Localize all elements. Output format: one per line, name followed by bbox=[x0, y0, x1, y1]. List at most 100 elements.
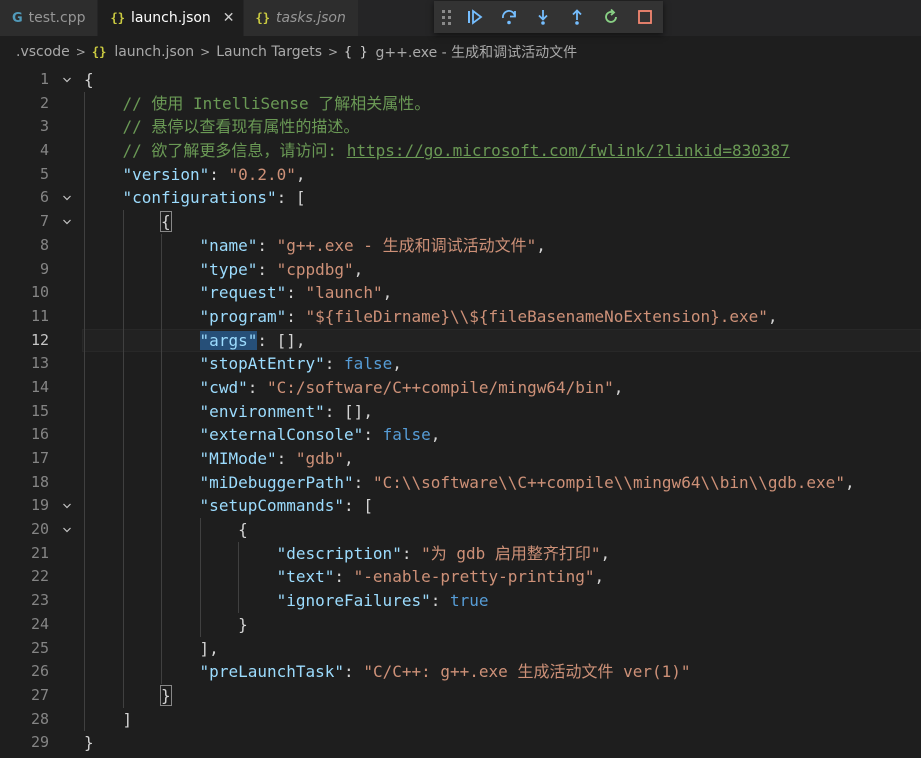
indent-guide bbox=[122, 589, 124, 613]
line-number: 17 bbox=[30, 449, 49, 467]
code-text: "configurations": [ bbox=[123, 186, 306, 210]
code-line[interactable]: 15 "environment": [], bbox=[0, 399, 921, 424]
line-number: 27 bbox=[30, 685, 49, 704]
string-value: "g++.exe - 生成和调试活动文件" bbox=[276, 235, 537, 255]
line-number: 4 bbox=[39, 141, 49, 160]
tab-tasks-json[interactable]: {} tasks.json bbox=[243, 0, 359, 36]
json-key: "type" bbox=[199, 259, 258, 279]
code-text: "ignoreFailures": true bbox=[277, 589, 489, 613]
code-line[interactable]: 14 "cwd": "C:/software/C++compile/mingw64… bbox=[0, 375, 921, 400]
code-line[interactable]: 20 { bbox=[0, 518, 921, 542]
json-key: "environment" bbox=[199, 401, 325, 421]
line-number: 19 bbox=[30, 496, 49, 515]
breadcrumb-item-launch-json[interactable]: launch.json bbox=[114, 44, 194, 60]
fold-chevron-icon[interactable] bbox=[60, 68, 74, 92]
indent-guide bbox=[84, 210, 85, 234]
step-into-icon[interactable] bbox=[533, 7, 553, 27]
code-line[interactable]: 19 "setupCommands": [ bbox=[0, 494, 921, 519]
json-file-icon: {} bbox=[255, 11, 270, 25]
line-number: 18 bbox=[30, 472, 49, 491]
code-line[interactable]: 21 "description": "为 gdb 启用整齐打印", bbox=[0, 541, 921, 566]
code-editor[interactable]: 1{2// 使用 IntelliSense 了解相关属性。 3// 悬停以查看现有… bbox=[0, 68, 921, 758]
punctuation: : [], bbox=[257, 330, 306, 350]
string-value: "C:\\software\\C++compile\\mingw64\\bin\… bbox=[372, 472, 845, 492]
fold-chevron-icon[interactable] bbox=[60, 494, 74, 518]
close-icon[interactable]: ✕ bbox=[223, 10, 235, 26]
punctuation: : bbox=[401, 543, 422, 563]
code-line[interactable]: 22 "text": "-enable-pretty-printing", bbox=[0, 565, 921, 590]
code-line[interactable]: 3 // 悬停以查看现有属性的描述。 bbox=[0, 115, 921, 140]
punctuation: : bbox=[334, 567, 354, 587]
indent-guide bbox=[122, 636, 124, 661]
code-text: "text": "-enable-pretty-printing", bbox=[277, 565, 605, 589]
indent-guide bbox=[122, 281, 124, 305]
line-number: 29 bbox=[30, 733, 49, 752]
continue-icon[interactable] bbox=[465, 7, 485, 27]
code-line[interactable]: 1{ bbox=[0, 68, 921, 92]
step-out-icon[interactable] bbox=[567, 7, 587, 27]
code-text: "miDebuggerPath": "C:\\software\\C++comp… bbox=[200, 471, 855, 495]
code-line[interactable]: 4 // 欲了解更多信息，请访问: https://go.microsoft.co… bbox=[0, 139, 921, 163]
code-line[interactable]: 10 "request": "launch", bbox=[0, 281, 921, 305]
indent-guide bbox=[122, 375, 124, 400]
code-line[interactable]: 18 "miDebuggerPath": "C:\\software\\C++co… bbox=[0, 470, 921, 495]
code-area: "version": "0.2.0", bbox=[82, 162, 921, 187]
code-line[interactable]: 29} bbox=[0, 731, 921, 755]
code-line[interactable]: 7{ bbox=[0, 210, 921, 234]
code-line[interactable]: 27} bbox=[0, 683, 921, 708]
indent-guide bbox=[161, 612, 163, 637]
code-area: // 悬停以查看现有属性的描述。 bbox=[82, 115, 921, 140]
comment-link[interactable]: https://go.microsoft.com/fwlink/?linkid=… bbox=[347, 141, 790, 160]
code-area: ], bbox=[82, 636, 921, 661]
string-value: "C:/software/C++compile/mingw64/bin" bbox=[266, 377, 614, 397]
code-text: "externalConsole": false, bbox=[200, 423, 441, 447]
code-line[interactable]: 23 "ignoreFailures": true bbox=[0, 589, 921, 613]
code-line[interactable]: 2 // 使用 IntelliSense 了解相关属性。 bbox=[0, 91, 921, 116]
fold-chevron-icon[interactable] bbox=[60, 518, 74, 542]
indent-guide bbox=[84, 375, 85, 400]
code-area: } bbox=[82, 731, 921, 755]
line-number: 26 bbox=[30, 662, 49, 681]
indent-guide bbox=[122, 541, 124, 566]
code-area: "description": "为 gdb 启用整齐打印", bbox=[82, 541, 921, 566]
code-line[interactable]: 16 "externalConsole": false, bbox=[0, 423, 921, 447]
breadcrumb-item-config[interactable]: g++.exe - 生成和调试活动文件 bbox=[376, 42, 578, 62]
code-line[interactable]: 25], bbox=[0, 636, 921, 661]
step-over-icon[interactable] bbox=[499, 7, 519, 27]
restart-icon[interactable] bbox=[601, 7, 621, 27]
line-number: 21 bbox=[30, 543, 49, 562]
code-area: "ignoreFailures": true bbox=[82, 589, 921, 613]
indent-guide bbox=[161, 518, 163, 542]
code-line[interactable]: 12 "args": [], bbox=[0, 328, 921, 353]
code-line[interactable]: 8 "name": "g++.exe - 生成和调试活动文件", bbox=[0, 233, 921, 258]
string-value: "cppdbg" bbox=[276, 259, 354, 279]
breadcrumb-item-launch-targets[interactable]: Launch Targets bbox=[216, 44, 322, 60]
code-line[interactable]: 28] bbox=[0, 707, 921, 732]
chevron-right-icon: > bbox=[75, 45, 86, 59]
indent-guide bbox=[84, 304, 85, 329]
indent-guide bbox=[84, 447, 85, 471]
indent-guide bbox=[84, 565, 85, 590]
fold-chevron-icon[interactable] bbox=[60, 186, 74, 210]
code-line[interactable]: 6 "configurations": [ bbox=[0, 186, 921, 211]
code-line[interactable]: 5 "version": "0.2.0", bbox=[0, 162, 921, 187]
code-line[interactable]: 9 "type": "cppdbg", bbox=[0, 257, 921, 282]
line-number: 14 bbox=[30, 377, 49, 396]
code-line[interactable]: 24} bbox=[0, 612, 921, 637]
indent-guide bbox=[84, 589, 85, 613]
code-line[interactable]: 26 "preLaunchTask": "C/C++: g++.exe 生成活动文… bbox=[0, 660, 921, 684]
code-area: ] bbox=[82, 707, 921, 732]
stop-icon[interactable] bbox=[635, 7, 655, 27]
tab-launch-json[interactable]: {} launch.json ✕ bbox=[98, 0, 244, 36]
fold-chevron-icon[interactable] bbox=[60, 210, 74, 234]
code-line[interactable]: 13 "stopAtEntry": false, bbox=[0, 352, 921, 376]
punctuation: , bbox=[844, 472, 855, 492]
breadcrumb-item-vscode[interactable]: .vscode bbox=[16, 44, 70, 60]
indent-guide bbox=[161, 565, 163, 590]
line-number: 20 bbox=[30, 520, 49, 539]
json-key: "miDebuggerPath" bbox=[199, 472, 354, 492]
code-line[interactable]: 17 "MIMode": "gdb", bbox=[0, 447, 921, 471]
tab-test-cpp[interactable]: G test.cpp bbox=[0, 0, 99, 36]
drag-handle-icon[interactable] bbox=[442, 9, 451, 25]
code-line[interactable]: 11 "program": "${fileDirname}\\${fileBase… bbox=[0, 304, 921, 329]
